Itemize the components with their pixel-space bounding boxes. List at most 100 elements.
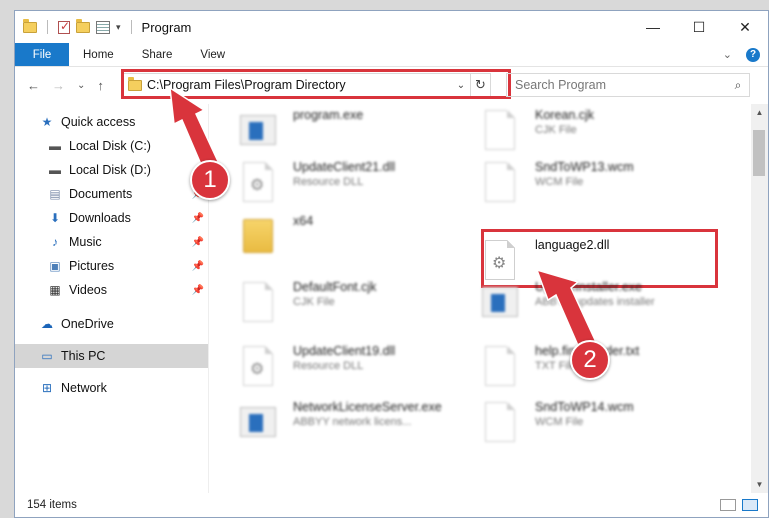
pictures-icon: ▣ [49,259,61,273]
scroll-down-icon[interactable]: ▼ [751,480,768,489]
tab-view[interactable]: View [186,43,239,66]
expand-ribbon-icon[interactable]: ⌄ [723,48,732,61]
file-item-updateclient21-dll[interactable]: ⚙ UpdateClient21.dll Resource DLL [239,160,395,206]
close-button[interactable]: ✕ [722,11,768,43]
divider [47,20,48,34]
quick-access-toolbar: ▾ [23,18,136,34]
sidebar-item-label: This PC [61,349,106,363]
tiles-view-icon[interactable] [742,499,758,511]
sidebar-item-pictures[interactable]: ▣ Pictures 📌 [15,254,208,278]
folder-file-icon [239,214,277,258]
help-icon[interactable]: ? [746,47,760,62]
recent-locations-icon[interactable]: ⌄ [77,80,85,91]
sidebar-item-videos[interactable]: ▦ Videos 📌 [15,278,208,302]
sidebar-item-label: Local Disk (C:) [69,139,151,153]
vertical-scrollbar[interactable]: ▲ ▼ [751,104,768,493]
doc-file-icon [239,280,277,324]
doc-file-icon [481,400,519,444]
sidebar-item-local-disk-d[interactable]: ▬ Local Disk (D:) [15,158,208,182]
file-name: UpdateInstaller.exe [535,280,643,294]
navigation-buttons: ← → ⌄ ↑ [15,78,123,93]
sidebar-item-label: Downloads [69,211,131,225]
search-input[interactable]: Search Program [515,78,606,92]
file-item-language2-dll[interactable]: ⚙ language2.dll [481,238,609,284]
up-arrow-icon[interactable]: ↑ [97,78,104,93]
file-text: DefaultFont.cjk CJK File [293,280,376,308]
file-type: ABBYY updates installer [535,296,655,308]
file-text: Korean.cjk CJK File [535,108,594,136]
music-icon: ♪ [52,235,58,249]
tab-share[interactable]: Share [128,43,187,66]
file-name: NetworkLicenseServer.exe [293,400,442,414]
window-title: Program [141,19,192,35]
file-type: CJK File [535,124,577,136]
documents-icon: ▤ [49,187,61,201]
minimize-button[interactable]: — [630,11,676,43]
file-name: x64 [293,214,314,228]
file-name: DefaultFont.cjk [293,280,377,294]
scrollbar-thumb[interactable] [753,130,765,176]
file-item-sndtowp13-wcm[interactable]: SndToWP13.wcm WCM File [481,160,634,206]
file-item-sndtowp14-wcm[interactable]: SndToWP14.wcm WCM File [481,400,634,446]
file-name: SndToWP13.wcm [535,160,634,174]
divider [130,20,132,34]
file-name: SndToWP14.wcm [535,400,634,414]
file-text: x64 [293,214,313,228]
file-item-korean-cjk[interactable]: Korean.cjk CJK File [481,108,594,154]
sidebar-item-label: Network [61,381,107,395]
pin-icon[interactable]: 📌 [192,261,204,272]
tab-home[interactable]: Home [69,43,128,66]
new-folder-icon[interactable] [76,18,90,33]
file-item-defaultfont-cjk[interactable]: DefaultFont.cjk CJK File [239,280,376,326]
file-item-updateinstaller-exe[interactable]: UpdateInstaller.exe ABBYY updates install… [481,280,655,326]
file-name: language2.dll [535,238,610,252]
sidebar-item-label: Documents [69,187,133,201]
sidebar-item-downloads[interactable]: ⬇ Downloads 📌 [15,206,208,230]
file-type: WCM File [535,416,584,428]
maximize-button[interactable]: ☐ [676,11,722,43]
forward-arrow-icon[interactable]: → [52,78,65,93]
file-item-updateclient19-dll[interactable]: ⚙ UpdateClient19.dll Resource DLL [239,344,395,390]
properties-check-icon[interactable] [58,19,70,34]
title-bar: ▾ Program — ☐ ✕ [15,11,768,43]
sidebar-item-onedrive[interactable]: ☁ OneDrive [15,312,208,336]
chevron-down-icon[interactable]: ▾ [116,22,121,33]
address-row: ← → ⌄ ↑ C:\Program Files\Program Directo… [15,67,768,103]
file-item-program-exe[interactable]: program.exe [239,108,363,154]
file-text: program.exe [293,108,363,122]
file-item-networklicenseserver-exe[interactable]: NetworkLicenseServer.exe ABBYY network li… [239,400,442,446]
file-item-x64[interactable]: x64 [239,214,313,260]
sidebar-item-this-pc[interactable]: ▭ This PC [15,344,208,368]
pin-icon[interactable]: 📌 [192,237,204,248]
search-box[interactable]: Search Program ⌕ [506,73,750,97]
file-item-help-finereader-txt[interactable]: help.fineReader.txtTXT File [481,344,639,390]
doc-file-icon [481,108,519,152]
file-text: SndToWP13.wcm WCM File [535,160,634,188]
back-arrow-icon[interactable]: ← [27,78,40,93]
search-icon[interactable]: ⌕ [727,78,749,93]
exe-file-icon [481,280,519,324]
sidebar-item-local-disk-c[interactable]: ▬ Local Disk (C:) [15,134,208,158]
sidebar-item-documents[interactable]: ▤Documents📌 [15,182,208,206]
customize-toolbar-icon[interactable] [96,20,110,34]
window-controls: — ☐ ✕ [630,11,768,43]
details-view-icon[interactable] [720,499,736,511]
pin-icon[interactable]: 📌 [192,285,204,296]
scroll-up-icon[interactable]: ▲ [751,108,768,117]
status-bar: 154 items [15,493,768,517]
file-text: UpdateClient21.dll Resource DLL [293,160,395,188]
dll-file-icon: ⚙ [481,238,519,282]
sidebar-item-network[interactable]: ⊞ Network [15,376,208,400]
tab-file[interactable]: File [15,43,69,66]
file-text: language2.dll [535,238,609,252]
file-text: UpdateClient19.dll Resource DLL [293,344,395,372]
sidebar-item-music[interactable]: ♪ Music 📌 [15,230,208,254]
content-area: ★ Quick access ▬ Local Disk (C:) ▬ Local Disk… [15,104,768,493]
exe-file-icon [239,108,277,152]
navigation-pane: ★ Quick access ▬ Local Disk (C:) ▬ Local Disk… [15,104,209,493]
sidebar-item-label: Pictures [69,259,115,273]
file-name: Korean.cjk [535,108,595,122]
sidebar-item-quick-access[interactable]: ★ Quick access [15,110,208,134]
pin-icon[interactable]: 📌 [192,213,204,224]
network-icon: ⊞ [41,381,53,395]
